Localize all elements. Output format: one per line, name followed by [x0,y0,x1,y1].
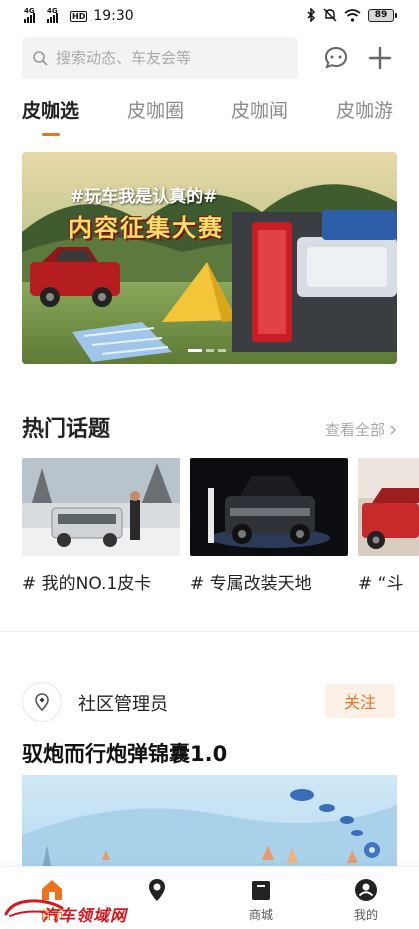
topic-label[interactable]: # “斗 [358,569,403,594]
location-pin-icon [35,693,49,711]
post-image[interactable] [22,775,397,870]
avatar[interactable] [22,682,62,722]
banner-headline: 内容征集大赛 [68,214,224,242]
battery-level: 89 [368,8,394,22]
carousel-dot [188,349,202,352]
topic-image [190,458,348,556]
watermark-logo: 汽车领域网 [4,888,184,928]
hot-topics-title: 热门话题 [22,417,111,442]
mute-bell-icon [323,8,337,22]
section-divider [0,631,419,632]
wifi-icon [344,8,361,22]
search-bar[interactable] [22,37,298,79]
category-tabs: 皮咖选 皮咖圈 皮咖闻 皮咖游 [0,96,419,136]
topic-label[interactable]: # 专属改装天地 [190,569,312,594]
profile-icon [355,879,377,901]
carousel-dot [206,349,214,352]
nav-profile[interactable]: 我的 [331,867,401,929]
topic-card-no1-pickup[interactable] [22,458,180,556]
author-name[interactable]: 社区管理员 [78,690,168,716]
post-title[interactable]: 驭炮而行炮弹锦囊1.0 [22,738,227,768]
status-right: 89 [306,8,397,22]
nav-profile-label: 我的 [353,908,378,922]
topic-image [22,458,180,556]
search-input[interactable] [56,49,276,67]
post-illustration [22,789,397,870]
carousel-indicator [188,349,226,352]
banner-hashtag: #玩车我是认真的# [70,187,218,207]
chevron-right-icon [390,424,397,435]
view-all-link[interactable]: 查看全部 [325,419,397,440]
follow-button[interactable]: 关注 [325,684,395,718]
tab-pikawen[interactable]: 皮咖闻 [231,96,288,123]
nav-mall[interactable]: 商城 [226,867,296,929]
shopping-bag-icon [252,881,270,900]
sim2-label: 4G [47,7,58,15]
view-all-label: 查看全部 [324,421,385,439]
nav-mall-label: 商城 [248,908,273,922]
topic-card-partial[interactable] [358,458,419,556]
message-icon[interactable] [322,44,350,72]
topic-card-custom-mods[interactable] [190,458,348,556]
status-bar: 4G 4G HD 19:30 89 [0,0,419,34]
tab-pikayou[interactable]: 皮咖游 [336,96,393,123]
battery-icon: 89 [368,8,397,22]
search-icon [33,51,48,66]
tab-pikaxuan[interactable]: 皮咖选 [22,96,79,123]
watermark-text: 汽车领域网 [42,906,128,925]
hd-badge: HD [70,10,88,22]
status-left: 4G 4G HD 19:30 [24,7,134,24]
bluetooth-icon [307,8,316,22]
clock: 19:30 [93,8,134,24]
signal-icon: 4G [47,7,58,23]
add-icon[interactable] [366,44,394,72]
banner-carousel[interactable]: #玩车我是认真的# 内容征集大赛 [22,152,397,364]
signal-icon: 4G [24,7,35,23]
active-tab-indicator [42,133,60,136]
topic-label[interactable]: # 我的NO.1皮卡 [22,569,151,594]
sim1-label: 4G [24,7,35,15]
tab-pikaquan[interactable]: 皮咖圈 [127,96,184,123]
carousel-dot [218,349,226,352]
topic-image [358,458,419,556]
